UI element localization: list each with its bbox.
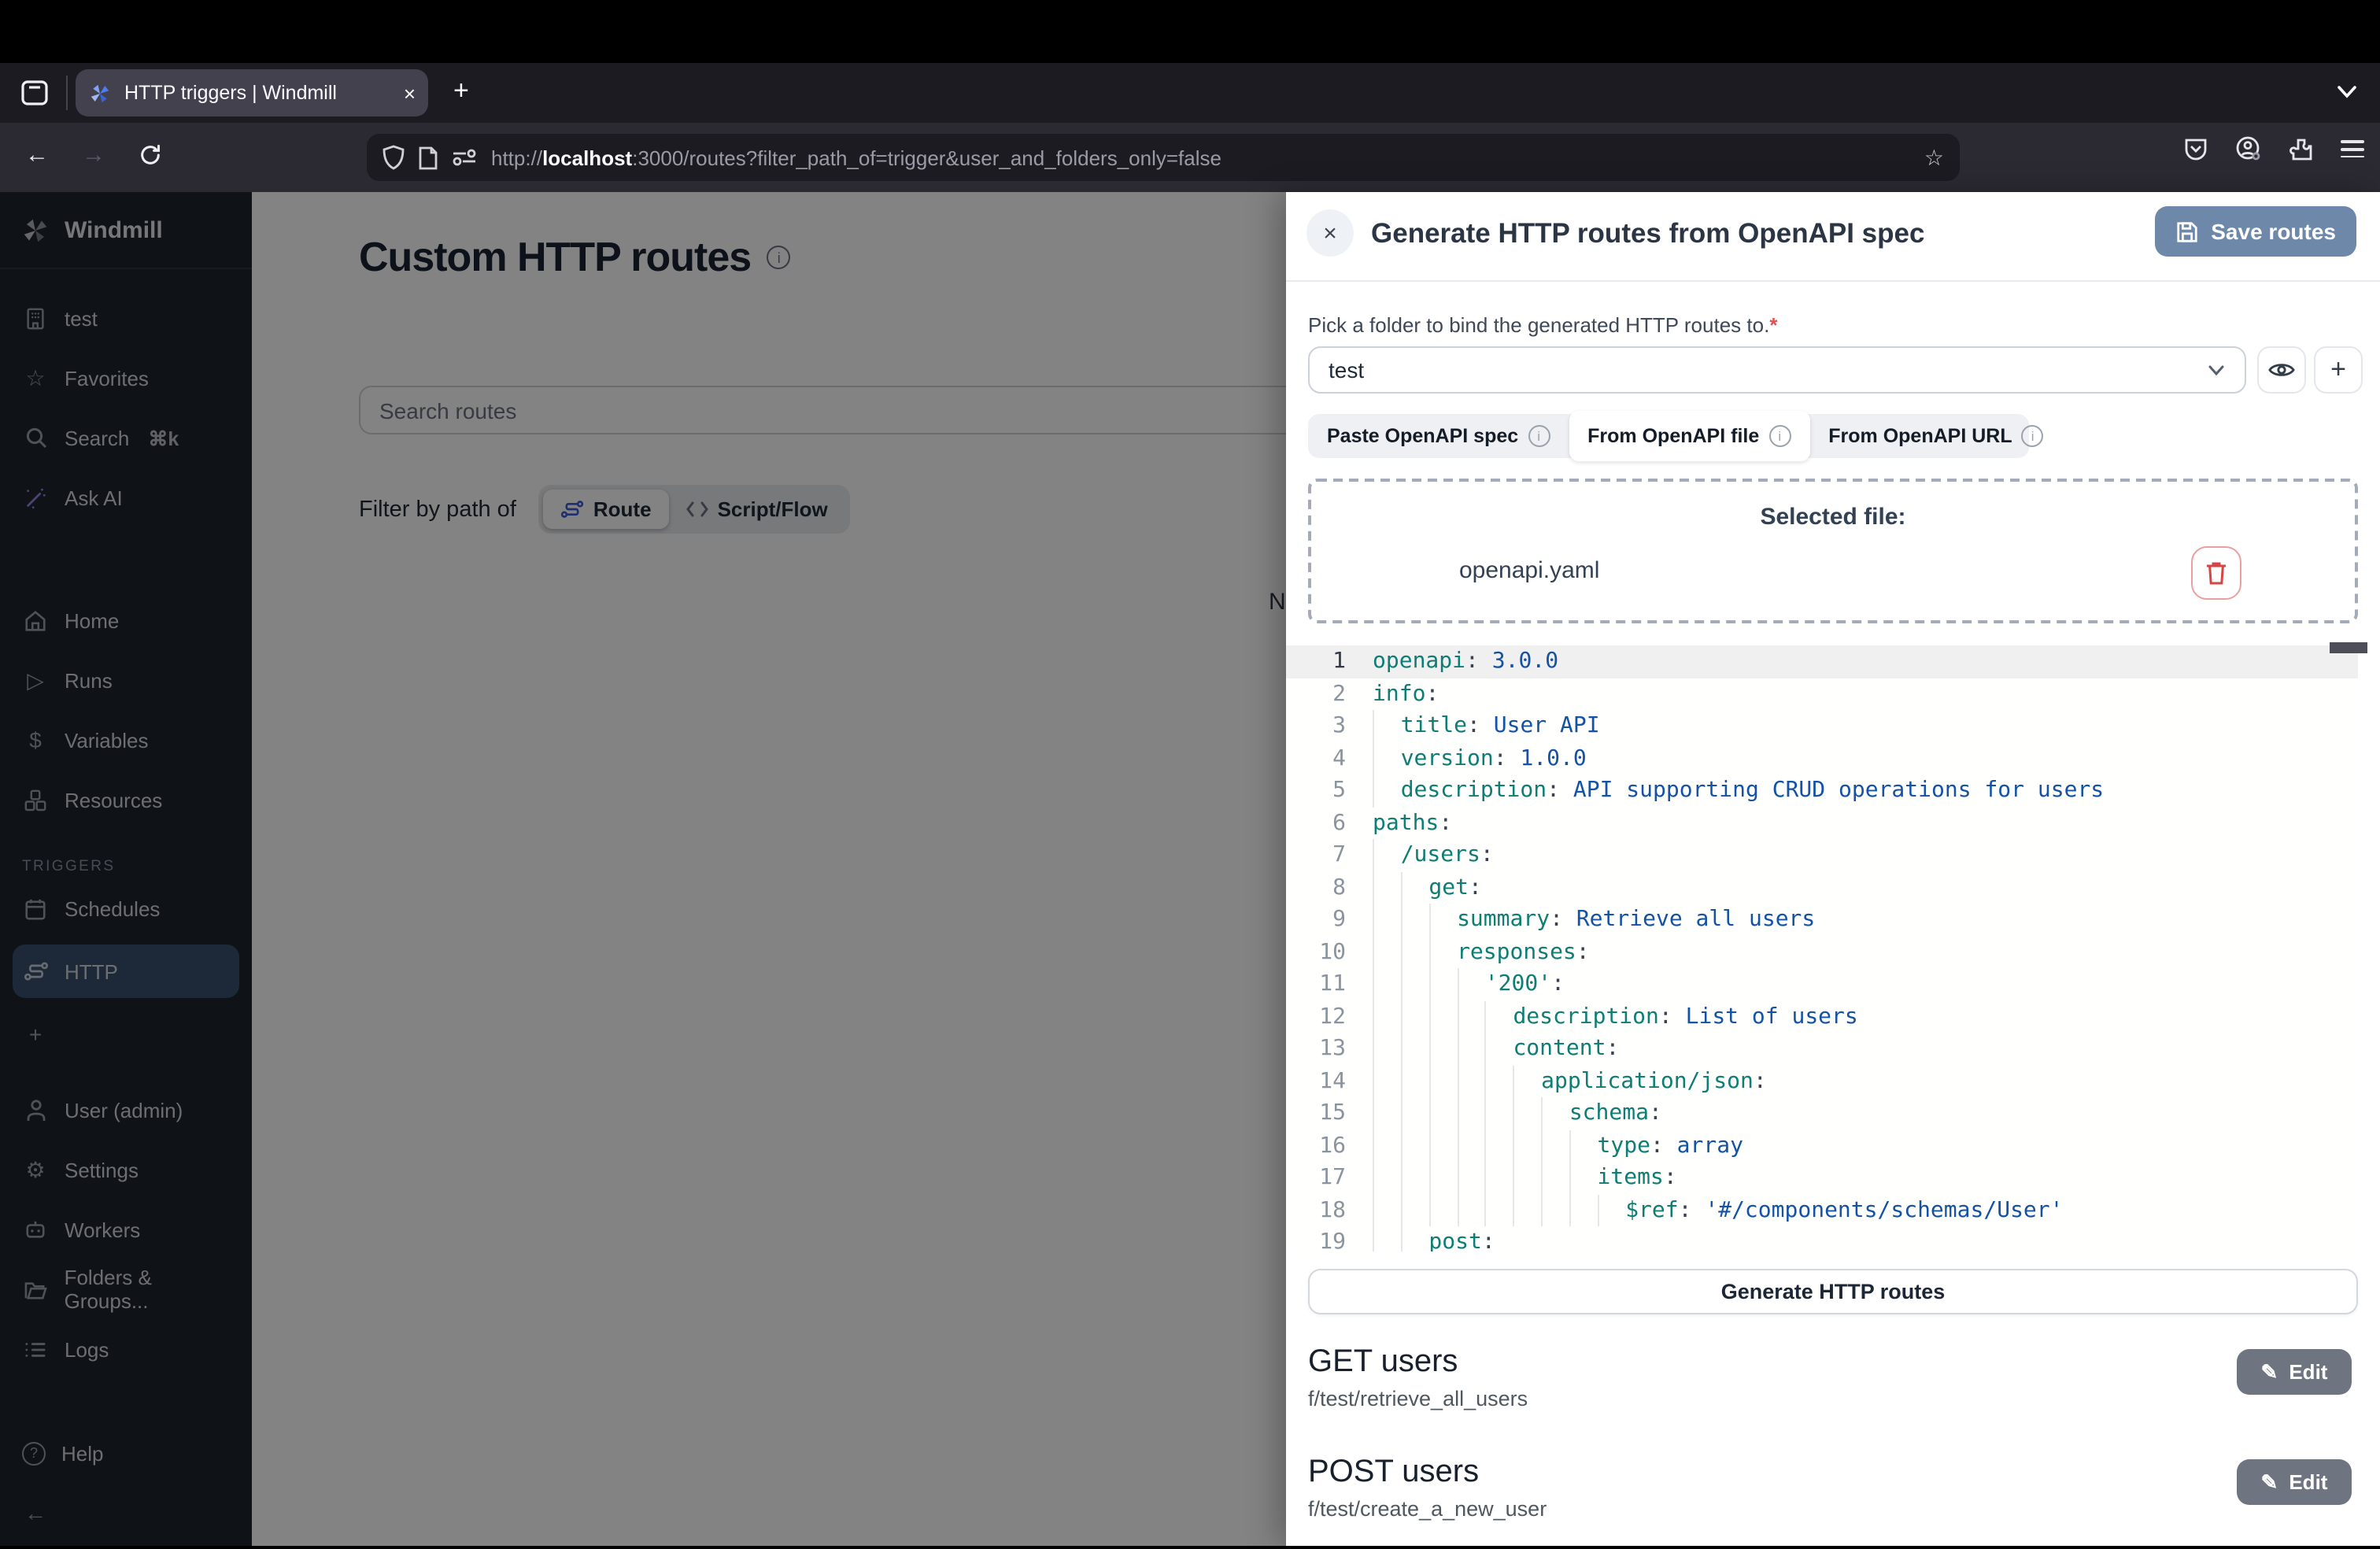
- code-line: 14application/json:: [1286, 1065, 2358, 1097]
- edit-route-button[interactable]: ✎ Edit: [2237, 1349, 2352, 1395]
- pencil-icon: ✎: [2261, 1359, 2278, 1384]
- code-line: 5description: API supporting CRUD operat…: [1286, 774, 2358, 807]
- new-tab-icon[interactable]: +: [453, 76, 469, 107]
- info-icon[interactable]: i: [2022, 425, 2044, 447]
- firefox-view-icon[interactable]: [19, 77, 50, 109]
- plus-icon: +: [2330, 354, 2346, 386]
- selected-file-box: Selected file: openapi.yaml: [1308, 479, 2358, 623]
- code-line: 12description: List of users: [1286, 1000, 2358, 1033]
- source-tabs: Paste OpenAPI spec i From OpenAPI file i…: [1308, 414, 2029, 458]
- tab-paste-openapi-spec[interactable]: Paste OpenAPI spec i: [1308, 414, 1569, 458]
- code-line: 15schema:: [1286, 1097, 2358, 1129]
- folder-select[interactable]: test: [1308, 346, 2246, 394]
- account-icon[interactable]: [2235, 135, 2262, 162]
- route-name: POST users: [1308, 1455, 2358, 1491]
- route-path: f/test/retrieve_all_users: [1308, 1387, 2358, 1410]
- code-line: 2info:: [1286, 678, 2358, 710]
- code-line: 1openapi: 3.0.0: [1286, 645, 2358, 678]
- tab-from-openapi-url[interactable]: From OpenAPI URL i: [1809, 414, 2062, 458]
- menu-hamburger-icon[interactable]: [2341, 135, 2364, 163]
- code-line: 9summary: Retrieve all users: [1286, 904, 2358, 936]
- info-icon[interactable]: i: [1768, 425, 1791, 447]
- code-line: 11'200':: [1286, 968, 2358, 1000]
- reload-icon[interactable]: [139, 143, 162, 167]
- required-asterisk: *: [1769, 313, 1777, 337]
- forward-icon[interactable]: →: [82, 142, 105, 168]
- bookmark-star-icon[interactable]: ☆: [1924, 144, 1944, 171]
- windmill-favicon-icon: [88, 81, 112, 105]
- pencil-icon: ✎: [2261, 1470, 2278, 1495]
- shield-icon[interactable]: [382, 145, 405, 170]
- edit-route-button[interactable]: ✎ Edit: [2237, 1459, 2352, 1505]
- code-line: 7/users:: [1286, 839, 2358, 871]
- folder-label: Pick a folder to bind the generated HTTP…: [1308, 313, 1777, 337]
- browser-tab[interactable]: HTTP triggers | Windmill ×: [76, 69, 428, 116]
- page-info-icon[interactable]: [419, 146, 438, 169]
- editor-scrollbar[interactable]: [2330, 642, 2367, 653]
- generate-http-routes-button[interactable]: Generate HTTP routes: [1308, 1269, 2358, 1314]
- code-editor[interactable]: 1openapi: 3.0.02info:3title: User API4ve…: [1286, 645, 2358, 1251]
- close-icon[interactable]: ×: [1306, 209, 1354, 257]
- chevron-down-icon: [2207, 360, 2226, 379]
- pocket-icon[interactable]: [2183, 136, 2208, 161]
- eye-icon: [2268, 360, 2295, 379]
- info-icon[interactable]: i: [1528, 425, 1550, 447]
- selected-file-label: Selected file:: [1311, 504, 2355, 531]
- code-line: 3title: User API: [1286, 710, 2358, 742]
- route-name: GET users: [1308, 1344, 2358, 1381]
- code-line: 16type: array: [1286, 1129, 2358, 1162]
- save-icon: [2175, 220, 2198, 243]
- code-line: 8get:: [1286, 871, 2358, 904]
- list-tabs-chevron-icon[interactable]: [2336, 80, 2358, 102]
- code-line: 4version: 1.0.0: [1286, 742, 2358, 774]
- route-row-get-users: GET users f/test/retrieve_all_users ✎ Ed…: [1308, 1344, 2358, 1439]
- back-icon[interactable]: ←: [25, 142, 49, 168]
- browser-nav-bar: ← → http://l: [0, 123, 2380, 192]
- preview-folder-button[interactable]: [2257, 346, 2306, 394]
- code-line: 19post:: [1286, 1226, 2358, 1251]
- drawer-title: Generate HTTP routes from OpenAPI spec: [1371, 217, 1924, 250]
- code-line: 6paths:: [1286, 807, 2358, 839]
- route-path: f/test/create_a_new_user: [1308, 1497, 2358, 1521]
- divider: [1286, 280, 2380, 282]
- code-line: 17items:: [1286, 1162, 2358, 1194]
- code-line: 13content:: [1286, 1033, 2358, 1065]
- nav-right-icons: [2183, 135, 2364, 163]
- code-line: 18$ref: '#/components/schemas/User': [1286, 1194, 2358, 1226]
- screen: HTTP triggers | Windmill × + ← →: [0, 0, 2380, 1546]
- permissions-icon[interactable]: [452, 148, 477, 167]
- tab-from-openapi-file[interactable]: From OpenAPI file i: [1569, 411, 1809, 461]
- window-top-strip: [0, 0, 2380, 63]
- code-line: 10responses:: [1286, 936, 2358, 968]
- trash-icon: [2205, 560, 2227, 586]
- url-text[interactable]: http://localhost:3000/routes?filter_path…: [491, 146, 1910, 169]
- browser-tab-bar: HTTP triggers | Windmill × +: [0, 63, 2380, 123]
- tab-close-icon[interactable]: ×: [404, 81, 416, 105]
- openapi-drawer: × Generate HTTP routes from OpenAPI spec…: [1286, 192, 2380, 1546]
- code-lines: 1openapi: 3.0.02info:3title: User API4ve…: [1286, 645, 2358, 1251]
- tab-title: HTTP triggers | Windmill: [124, 82, 394, 104]
- extensions-puzzle-icon[interactable]: [2289, 136, 2314, 161]
- selected-file-name: openapi.yaml: [1459, 557, 1599, 584]
- url-bar[interactable]: http://localhost:3000/routes?filter_path…: [367, 134, 1960, 181]
- save-routes-button[interactable]: Save routes: [2154, 206, 2356, 257]
- remove-file-button[interactable]: [2191, 546, 2241, 600]
- route-row-post-users: POST users f/test/create_a_new_user ✎ Ed…: [1308, 1455, 2358, 1549]
- tab-separator: [66, 76, 68, 110]
- add-folder-button[interactable]: +: [2314, 346, 2363, 394]
